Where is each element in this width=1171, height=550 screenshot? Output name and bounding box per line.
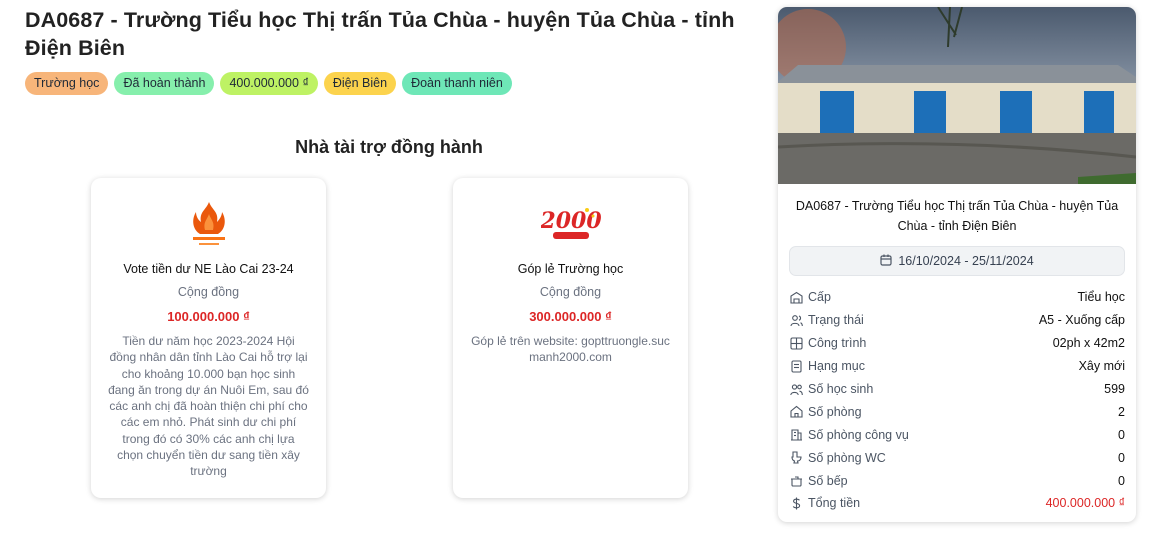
detail-row-level: Cấp Tiểu học <box>789 286 1125 309</box>
detail-value: 400.000.000 ₫ <box>1045 496 1125 511</box>
grid-icon <box>789 336 803 350</box>
detail-value: 0 <box>1118 427 1125 442</box>
detail-row-kitchens: Số bếp 0 <box>789 469 1125 492</box>
detail-row-construction: Công trình 02ph x 42m2 <box>789 332 1125 355</box>
detail-row-total: Tổng tiền 400.000.000 ₫ <box>789 492 1125 515</box>
detail-label: Trạng thái <box>808 313 864 328</box>
sponsor-name: Vote tiền dư NE Lào Cai 23-24 <box>123 262 294 276</box>
sponsor-type: Cộng đồng <box>539 285 602 299</box>
tag-organization[interactable]: Đoàn thanh niên <box>402 72 512 95</box>
detail-label: Cấp <box>808 290 831 305</box>
detail-value: Xây mới <box>1078 359 1125 374</box>
sponsor-card[interactable]: 2000 Góp lẻ Trường học Cộng đồng 300.000… <box>453 178 688 498</box>
dollar-icon <box>789 496 803 510</box>
detail-label: Số học sinh <box>808 382 874 396</box>
detail-value: A5 - Xuống cấp <box>1038 313 1125 328</box>
sponsor-description: Góp lẻ trên website: gopttruongle.sucman… <box>471 334 670 365</box>
list-icon <box>789 359 803 373</box>
detail-value: 0 <box>1118 450 1125 465</box>
sponsor-name: Góp lẻ Trường học <box>517 262 624 276</box>
sponsor-amount: 300.000.000 ₫ <box>529 309 612 324</box>
detail-row-category: Hạng mục Xây mới <box>789 355 1125 378</box>
detail-row-office-rooms: Số phòng công vụ 0 <box>789 423 1125 446</box>
date-range: 16/10/2024 - 25/11/2024 <box>789 246 1125 276</box>
students-icon <box>789 382 803 396</box>
toilet-icon <box>789 451 803 465</box>
detail-value: Tiểu học <box>1077 290 1125 305</box>
tag-category[interactable]: Trường học <box>25 72 109 95</box>
school-photo <box>778 7 1136 184</box>
detail-label: Hạng mục <box>808 359 865 374</box>
sponsor-type: Cộng đồng <box>177 285 240 299</box>
tag-amount[interactable]: 400.000.000 ₫ <box>220 72 318 95</box>
tag-list: Trường học Đã hoàn thành 400.000.000 ₫ Đ… <box>25 72 512 95</box>
tag-province[interactable]: Điện Biên <box>323 72 397 95</box>
kitchen-icon <box>789 474 803 488</box>
project-summary-title: DA0687 - Trường Tiểu học Thị trấn Tủa Ch… <box>795 199 1119 233</box>
detail-row-status: Trạng thái A5 - Xuống cấp <box>789 309 1125 332</box>
sponsor-amount: 100.000.000 ₫ <box>167 309 250 324</box>
sponsor-description: Tiền dư năm học 2023-2024 Hội đồng nhân … <box>108 334 309 479</box>
detail-value: 02ph x 42m2 <box>1052 336 1125 351</box>
detail-label: Công trình <box>808 336 867 351</box>
detail-label: Số phòng WC <box>808 450 886 465</box>
office-icon <box>789 428 803 442</box>
detail-row-students: Số học sinh 599 <box>789 378 1125 401</box>
detail-value: 2 <box>1118 404 1125 419</box>
sponsor-card[interactable]: Vote tiền dư NE Lào Cai 23-24 Cộng đồng … <box>91 178 326 498</box>
detail-label: Số phòng công vụ <box>808 427 909 442</box>
flame-logo-icon <box>91 200 326 250</box>
detail-row-rooms: Số phòng 2 <box>789 400 1125 423</box>
2000-logo-icon: 2000 <box>453 200 688 250</box>
building-icon <box>789 290 803 304</box>
users-icon <box>789 313 803 327</box>
detail-label: Tổng tiền <box>808 496 861 511</box>
detail-label: Số bếp <box>808 473 848 488</box>
project-summary-card: DA0687 - Trường Tiểu học Thị trấn Tủa Ch… <box>778 7 1136 522</box>
detail-row-wc-rooms: Số phòng WC 0 <box>789 446 1125 469</box>
detail-list: Cấp Tiểu học Trạng thái A5 - Xuống cấp C… <box>789 286 1125 515</box>
calendar-icon <box>880 254 892 269</box>
date-range-text: 16/10/2024 - 25/11/2024 <box>898 254 1034 268</box>
home-icon <box>789 405 803 419</box>
sponsors-heading: Nhà tài trợ đồng hành <box>295 137 483 157</box>
detail-label: Số phòng <box>808 404 862 419</box>
tag-status[interactable]: Đã hoàn thành <box>114 72 215 95</box>
page-title: DA0687 - Trường Tiểu học Thị trấn Tủa Ch… <box>25 8 735 60</box>
svg-text:2000: 2000 <box>541 208 601 234</box>
detail-value: 0 <box>1118 473 1125 488</box>
detail-value: 599 <box>1104 382 1125 396</box>
